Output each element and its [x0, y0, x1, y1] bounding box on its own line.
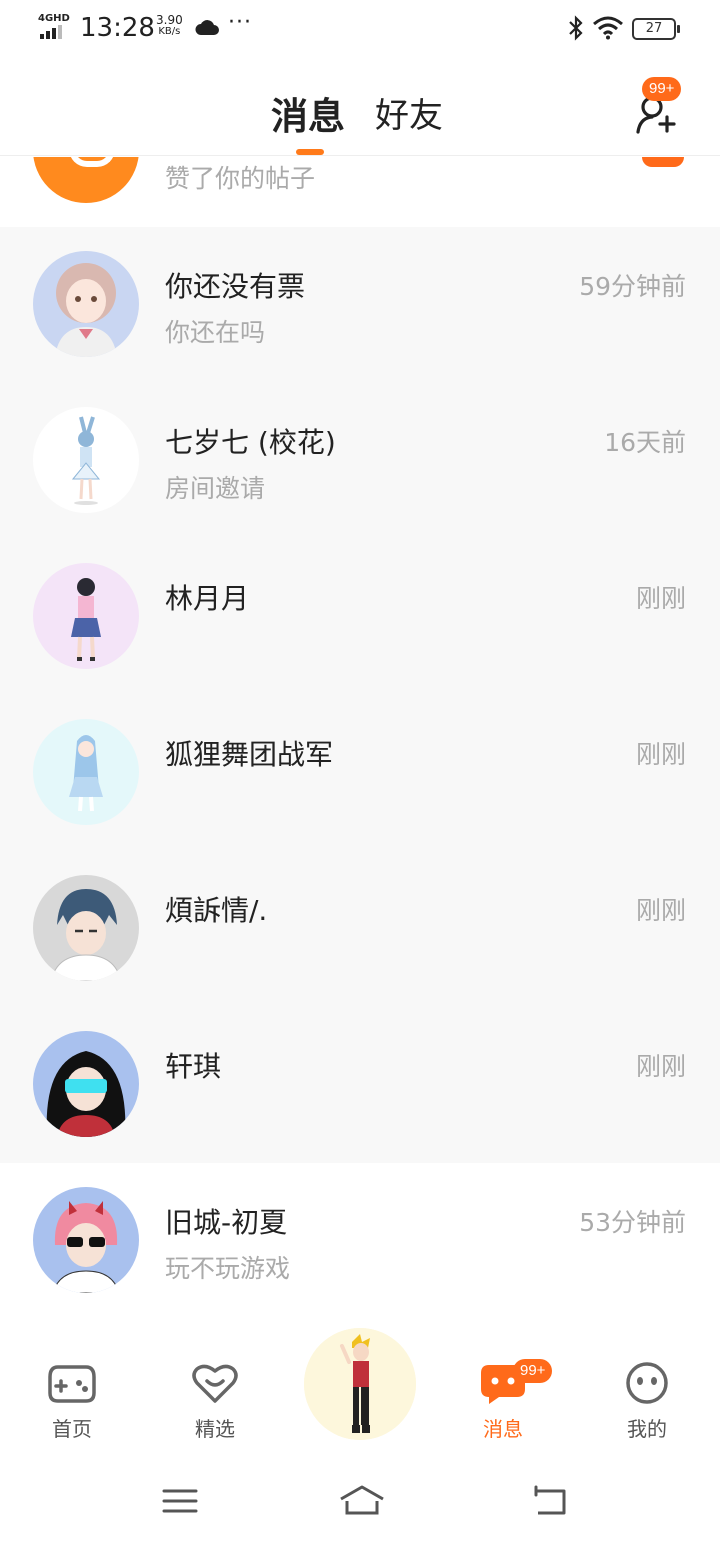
- message-time: 刚刚: [635, 584, 686, 613]
- conversation-row[interactable]: 你还没有票 59分钟前 你还在吗: [0, 227, 720, 383]
- conversation-row[interactable]: 林月月 刚刚: [0, 539, 720, 695]
- avatar: [33, 563, 139, 669]
- avatar: [33, 875, 139, 981]
- conversation-row[interactable]: 七岁七 (校花) 16天前 房间邀请: [0, 383, 720, 539]
- messages-badge: 99+: [513, 1359, 553, 1383]
- contact-name: 狐狸舞团战军: [165, 738, 334, 771]
- avatar: [33, 407, 139, 513]
- conversation-row[interactable]: 狐狸舞团战军 刚刚: [0, 695, 720, 851]
- active-tab-indicator: [296, 149, 324, 155]
- battery-level: 27: [645, 21, 663, 36]
- avatar: [33, 251, 139, 357]
- menu-icon[interactable]: [158, 1481, 202, 1521]
- cloud-icon: [195, 20, 219, 35]
- tab-messages[interactable]: 消息: [271, 86, 345, 140]
- avatar: [33, 1031, 139, 1137]
- top-header: 消息 好友 99+: [0, 58, 720, 156]
- nav-label: 首页: [52, 1417, 92, 1441]
- battery-icon: 27: [632, 18, 680, 40]
- contact-name: 轩琪: [165, 1050, 222, 1083]
- message-time: 53分钟前: [579, 1208, 686, 1237]
- message-time: 刚刚: [635, 896, 686, 925]
- more-notifications-icon: ···: [228, 10, 252, 35]
- nav-label: 精选: [195, 1417, 235, 1441]
- nav-label: 我的: [627, 1417, 667, 1441]
- contact-name: 林月月: [165, 582, 250, 615]
- tab-friends[interactable]: 好友: [375, 88, 443, 137]
- contact-name: 七岁七 (校花): [165, 426, 336, 459]
- heart-chat-icon: [192, 1364, 238, 1403]
- status-bar: 4GHD 13:28 3.90 KB/s ··· 27: [0, 0, 720, 58]
- gamepad-icon: [48, 1365, 96, 1403]
- system-nav-bar: [0, 1461, 720, 1544]
- wifi-icon: [593, 16, 623, 40]
- network-speed: 3.90 KB/s: [156, 13, 183, 37]
- contact-name: 旧城-初夏: [165, 1206, 288, 1239]
- avatar: [33, 719, 139, 825]
- message-time: 16天前: [604, 428, 686, 457]
- nav-label: 消息: [483, 1417, 523, 1441]
- avatar: [33, 1187, 139, 1293]
- clock: 13:28: [80, 13, 155, 43]
- back-icon[interactable]: [528, 1481, 572, 1521]
- network-type: 4GHD: [38, 13, 70, 24]
- message-preview: 玩不玩游戏: [165, 1254, 291, 1283]
- smiley-face-icon: [626, 1362, 668, 1404]
- nav-home[interactable]: 首页: [22, 1343, 122, 1461]
- bluetooth-icon: [569, 15, 583, 41]
- conversation-list[interactable]: 赞了你的帖子 你还没有票 59分钟前 你还在吗 七岁七 (校花) 16天前 房间…: [0, 157, 720, 1343]
- conversation-row[interactable]: 轩琪 刚刚: [0, 1007, 720, 1163]
- notification-row[interactable]: 赞了你的帖子: [0, 157, 720, 227]
- nav-featured[interactable]: 精选: [165, 1343, 265, 1461]
- conversation-row[interactable]: 煩訴情/. 刚刚: [0, 851, 720, 1007]
- message-time: 59分钟前: [579, 272, 686, 301]
- contact-name: 煩訴情/.: [165, 894, 268, 927]
- notification-preview: 赞了你的帖子: [165, 164, 316, 193]
- message-preview: 你还在吗: [165, 318, 266, 347]
- signal-icon: [40, 25, 68, 39]
- contact-name: 你还没有票: [165, 270, 306, 303]
- message-preview: 房间邀请: [165, 474, 266, 503]
- center-avatar-button[interactable]: [304, 1328, 416, 1440]
- message-time: 刚刚: [635, 1052, 686, 1081]
- home-icon[interactable]: [338, 1481, 384, 1521]
- notification-badge: [642, 157, 684, 167]
- conversation-row[interactable]: 旧城-初夏 53分钟前 玩不玩游戏: [0, 1163, 720, 1319]
- add-friend-badge: 99+: [642, 77, 682, 101]
- like-notification-icon: [33, 157, 139, 203]
- message-time: 刚刚: [635, 740, 686, 769]
- nav-profile[interactable]: 我的: [597, 1343, 697, 1461]
